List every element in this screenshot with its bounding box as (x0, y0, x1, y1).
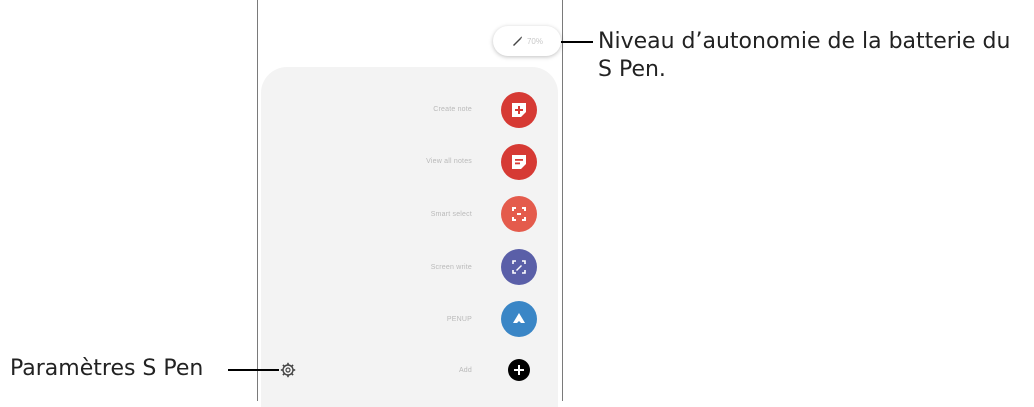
battery-callout-text-line1: Niveau d’autonomie de la batterie du (598, 29, 1011, 54)
menu-label-create-note: Create note (433, 106, 472, 113)
menu-label-screen-write: Screen write (430, 264, 472, 271)
screen-write-button[interactable] (501, 249, 537, 285)
smart-select-icon (512, 207, 526, 221)
screen-write-icon (512, 260, 526, 274)
view-all-notes-icon (512, 155, 526, 169)
view-all-notes-button[interactable] (501, 144, 537, 180)
battery-callout-text-line2: S Pen. (598, 57, 666, 82)
s-pen-battery-indicator: 70% (493, 26, 561, 56)
create-note-button[interactable] (501, 92, 537, 128)
settings-button[interactable] (280, 362, 296, 378)
add-button[interactable] (508, 359, 530, 381)
settings-callout-text: Paramètres S Pen (10, 356, 204, 381)
smart-select-button[interactable] (501, 196, 537, 232)
menu-label-view-all-notes: View all notes (426, 158, 472, 165)
battery-percent-text: 70% (526, 36, 543, 46)
add-icon (514, 365, 524, 375)
gear-icon (280, 362, 296, 378)
penup-button[interactable] (501, 301, 537, 337)
menu-label-penup: PENUP (446, 316, 472, 323)
penup-icon (513, 313, 525, 323)
battery-callout-line (561, 41, 593, 43)
s-pen-icon (511, 35, 523, 47)
create-note-icon (512, 103, 526, 117)
settings-callout-line (228, 369, 279, 371)
menu-label-smart-select: Smart select (430, 211, 472, 218)
menu-label-add: Add (458, 367, 472, 374)
